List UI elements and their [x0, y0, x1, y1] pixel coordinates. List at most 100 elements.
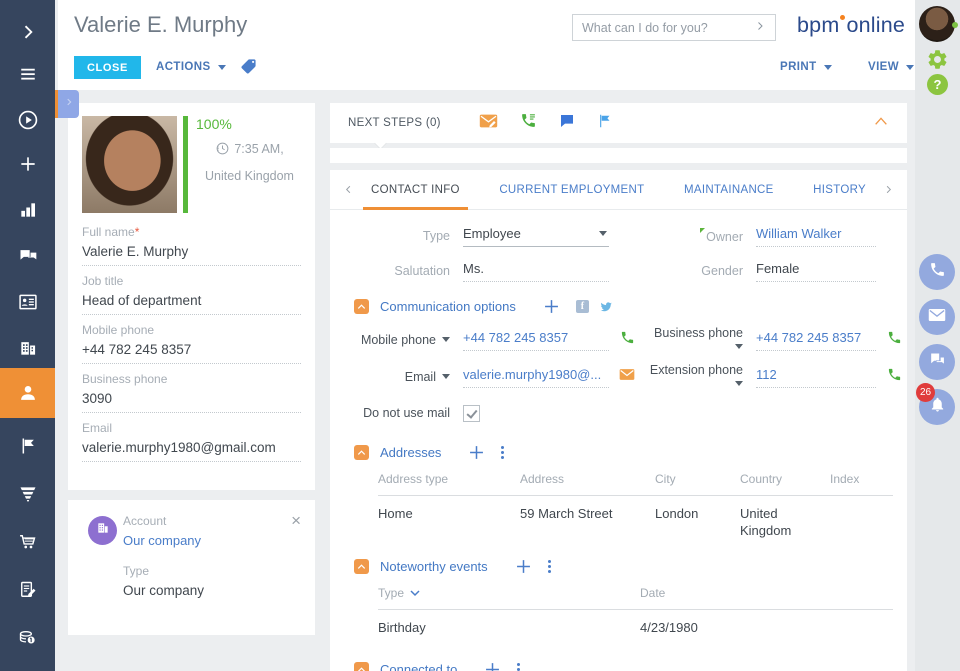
twitter-icon[interactable] — [598, 300, 614, 314]
close-button[interactable]: CLOSE — [74, 56, 141, 79]
compose-email-button[interactable] — [479, 113, 498, 134]
sidebar-item-orders[interactable] — [0, 520, 55, 564]
chat-button[interactable] — [559, 113, 575, 134]
sidebar-item-contacts[interactable] — [0, 280, 55, 324]
sidebar-item-feed[interactable] — [0, 234, 55, 278]
flag-icon — [18, 436, 38, 456]
tabs-scroll-left[interactable] — [343, 183, 354, 196]
contact-photo[interactable] — [82, 116, 177, 213]
sidebar-item-leads[interactable] — [0, 472, 55, 516]
mobile-phone-value[interactable]: +44 782 245 8357 — [463, 330, 609, 351]
table-row[interactable]: Home 59 March Street London United Kingd… — [378, 496, 893, 539]
collapse-section-button[interactable] — [354, 559, 369, 574]
owner-link[interactable]: William Walker — [756, 226, 876, 247]
events-sort-column[interactable]: Type — [378, 586, 640, 609]
page-header: Valerie E. Murphy CLOSE ACTIONS bpmonlin… — [58, 0, 915, 90]
call-icon — [520, 112, 537, 134]
sidebar-item-invoices[interactable] — [0, 616, 55, 660]
sidebar-item-accounts[interactable] — [0, 326, 55, 370]
task-button[interactable] — [597, 113, 612, 134]
photo-row: 100% 7:35 AM, United Kingdom — [82, 116, 301, 213]
business-phone-value[interactable]: +44 782 245 8357 — [756, 330, 876, 351]
field-business-phone[interactable]: Business phone 3090 — [82, 372, 301, 413]
facebook-icon[interactable]: f — [576, 300, 589, 313]
call-icon[interactable] — [620, 330, 635, 350]
collapse-section-button[interactable] — [354, 299, 369, 314]
sidebar-expand-button[interactable] — [0, 10, 55, 54]
email-comm-value[interactable]: valerie.murphy1980@... — [463, 367, 609, 388]
photo-side: 100% 7:35 AM, United Kingdom — [188, 116, 301, 213]
collapse-next-steps-button[interactable] — [873, 114, 889, 132]
field-mobile-phone[interactable]: Mobile phone +44 782 245 8357 — [82, 323, 301, 364]
sidebar-item-activities[interactable] — [0, 424, 55, 468]
extension-phone-value[interactable]: 112 — [756, 367, 876, 388]
contact-detail-card: CONTACT INFO CURRENT EMPLOYMENT MAINTAIN… — [330, 170, 907, 671]
building-icon — [96, 521, 110, 540]
help-button[interactable]: ? — [927, 74, 948, 95]
print-dropdown[interactable]: PRINT — [780, 61, 832, 73]
salutation-field[interactable]: Ms. — [463, 261, 609, 282]
local-time: 7:35 AM, United Kingdom — [188, 136, 301, 190]
events-table: Type Date Birthday 4/23/1980 — [378, 586, 893, 636]
do-not-use-mail-checkbox[interactable] — [463, 405, 480, 422]
collapse-section-button[interactable] — [354, 445, 369, 460]
add-connection-button[interactable] — [485, 662, 500, 671]
actions-dropdown[interactable]: ACTIONS — [156, 61, 226, 73]
sidebar-item-add[interactable] — [0, 142, 55, 186]
profile-card: 100% 7:35 AM, United Kingdom Full name* … — [68, 103, 315, 490]
field-full-name[interactable]: Full name* Valerie E. Murphy — [82, 225, 301, 266]
panel-collapse-handle[interactable] — [58, 90, 79, 118]
more-actions-icon[interactable] — [501, 446, 504, 449]
account-type-value: Our company — [123, 583, 301, 598]
more-actions-icon[interactable] — [548, 560, 551, 563]
addresses-table-header: Address type Address City Country Index — [378, 472, 893, 496]
sidebar-item-contracts[interactable] — [0, 568, 55, 612]
gender-label: Gender — [643, 264, 743, 278]
add-event-button[interactable] — [516, 559, 531, 574]
gender-field[interactable]: Female — [756, 261, 876, 282]
business-phone-label[interactable]: Business phone — [643, 326, 743, 354]
table-row[interactable]: Birthday 4/23/1980 — [378, 610, 893, 636]
email-comm-label[interactable]: Email — [344, 370, 450, 384]
user-avatar[interactable] — [919, 6, 955, 42]
chevron-down-icon — [824, 65, 832, 70]
field-email[interactable]: Email valerie.murphy1980@gmail.com — [82, 421, 301, 462]
field-job-title[interactable]: Job title Head of department — [82, 274, 301, 315]
chat-icon — [559, 113, 575, 134]
tag-button[interactable] — [240, 58, 257, 80]
account-type-label: Type — [123, 564, 301, 578]
mobile-phone-label[interactable]: Mobile phone — [344, 333, 450, 347]
tabs-scroll-right[interactable] — [883, 183, 894, 196]
sidebar-item-dashboards[interactable] — [0, 188, 55, 232]
tab-current-employment[interactable]: CURRENT EMPLOYMENT — [499, 170, 644, 210]
type-select[interactable]: Employee — [463, 226, 609, 247]
collapse-section-button[interactable] — [354, 662, 369, 671]
tab-history[interactable]: HISTORY — [813, 170, 866, 210]
settings-button[interactable] — [926, 48, 949, 76]
close-icon[interactable]: × — [291, 512, 301, 529]
search-go-button[interactable] — [754, 19, 766, 37]
more-actions-icon[interactable] — [517, 663, 520, 666]
extension-phone-label[interactable]: Extension phone — [643, 363, 743, 391]
feed-panel-button[interactable] — [919, 344, 955, 380]
chevron-up-icon — [357, 563, 366, 570]
call-button[interactable] — [520, 112, 537, 134]
sidebar-item-processes[interactable] — [0, 98, 55, 142]
account-link[interactable]: Our company — [123, 533, 201, 548]
tab-maintainance[interactable]: MAINTAINANCE — [684, 170, 774, 210]
search-input[interactable] — [582, 21, 754, 35]
envelope-icon[interactable] — [619, 368, 635, 386]
sidebar-item-contact-profile-active[interactable] — [0, 368, 55, 418]
sidebar-item-menu[interactable] — [0, 52, 55, 96]
shopping-cart-icon — [17, 532, 39, 552]
notifications-badge: 26 — [916, 383, 935, 402]
tab-contact-info[interactable]: CONTACT INFO — [371, 170, 460, 210]
view-dropdown[interactable]: VIEW — [868, 61, 914, 73]
email-panel-button[interactable] — [919, 299, 955, 335]
call-icon[interactable] — [887, 330, 902, 350]
add-communication-button[interactable] — [544, 299, 559, 314]
chevron-down-icon — [442, 374, 450, 379]
phone-panel-button[interactable] — [919, 254, 955, 290]
call-icon[interactable] — [887, 367, 902, 387]
add-address-button[interactable] — [469, 445, 484, 460]
